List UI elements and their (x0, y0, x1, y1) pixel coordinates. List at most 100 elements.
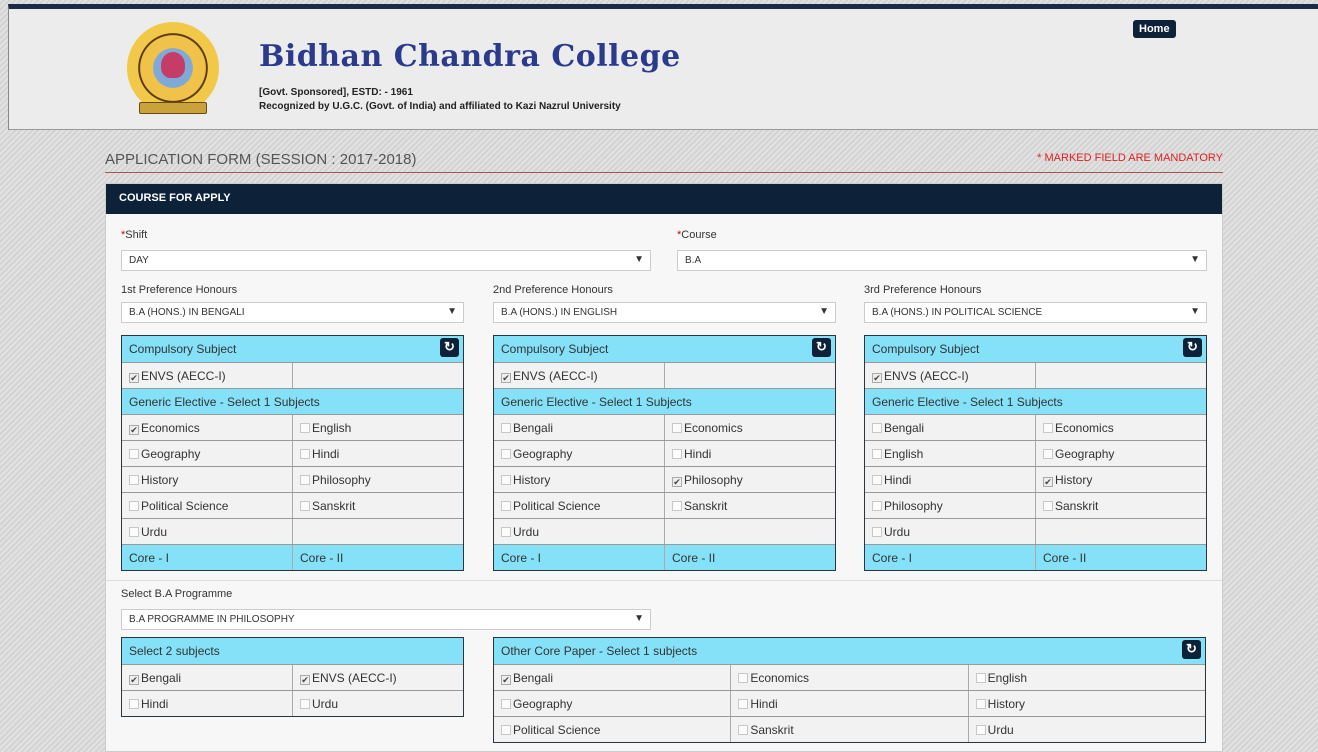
subject-cell-urdu[interactable]: Urdu (122, 519, 292, 544)
history-checkbox[interactable] (501, 475, 511, 485)
history-checkbox[interactable]: ✔ (1043, 477, 1053, 487)
bengali-checkbox[interactable] (872, 423, 882, 433)
subject-cell-bengali[interactable]: ✔ Bengali (122, 665, 292, 690)
economics-checkbox[interactable]: ✔ (129, 425, 139, 435)
other-core-table: Other Core Paper - Select 1 subjects ↻ ✔ Be… (493, 637, 1206, 743)
pref3-select[interactable]: B.A (HONS.) IN POLITICAL SCIENCE ▼ (864, 302, 1207, 323)
subject-cell-history[interactable]: History (122, 467, 292, 492)
pref1-select[interactable]: B.A (HONS.) IN BENGALI ▼ (121, 302, 464, 323)
geography-checkbox[interactable] (129, 449, 139, 459)
envs-aecc-i-checkbox[interactable]: ✔ (501, 373, 511, 383)
programme-select[interactable]: B.A PROGRAMME IN PHILOSOPHY ▼ (121, 609, 651, 630)
course-select[interactable]: B.A ▼ (677, 250, 1207, 271)
subject-cell-bengali[interactable]: ✔ Bengali (494, 665, 731, 690)
subject-cell-economics[interactable]: Economics (1035, 415, 1206, 440)
honours2-subject-table: Compulsory Subject ↻ ✔ ENVS (AECC-I) Generic… (493, 335, 836, 571)
bengali-checkbox[interactable]: ✔ (129, 675, 139, 685)
urdu-checkbox[interactable] (975, 725, 986, 735)
subject-cell-hindi[interactable]: Hindi (292, 441, 463, 466)
subject-cell-economics[interactable]: Economics (730, 665, 968, 690)
sanskrit-checkbox[interactable] (300, 501, 310, 511)
subject-cell-hindi[interactable]: Hindi (865, 467, 1035, 492)
subject-cell-history[interactable]: ✔ History (1035, 467, 1206, 492)
subject-cell-urdu[interactable]: Urdu (292, 691, 463, 716)
english-checkbox[interactable] (872, 449, 882, 459)
subject-cell-bengali[interactable]: Bengali (494, 415, 664, 440)
refresh-icon[interactable]: ↻ (1182, 640, 1201, 659)
political-science-checkbox[interactable] (501, 501, 511, 511)
refresh-icon[interactable]: ↻ (812, 338, 831, 357)
geography-checkbox[interactable] (1043, 449, 1053, 459)
subject-cell-envs-aecc-i[interactable]: ✔ ENVS (AECC-I) (292, 665, 463, 690)
subject-cell-geography[interactable]: Geography (1035, 441, 1206, 466)
subject-cell-urdu[interactable]: Urdu (967, 717, 1205, 742)
sanskrit-checkbox[interactable] (738, 725, 749, 735)
subject-cell-geography[interactable]: Geography (494, 441, 664, 466)
hindi-checkbox[interactable] (129, 699, 139, 709)
subject-cell-political-science[interactable]: Political Science (122, 493, 292, 518)
economics-checkbox[interactable] (738, 673, 749, 683)
subject-cell-hindi[interactable]: Hindi (730, 691, 968, 716)
sanskrit-checkbox[interactable] (672, 501, 682, 511)
subject-cell-english[interactable]: English (967, 665, 1205, 690)
urdu-checkbox[interactable] (501, 527, 511, 537)
subject-cell-geography[interactable]: Geography (122, 441, 292, 466)
geography-checkbox[interactable] (501, 699, 511, 709)
subject-cell-hindi[interactable]: Hindi (122, 691, 292, 716)
philosophy-checkbox[interactable] (300, 475, 310, 485)
political-science-checkbox[interactable] (501, 725, 511, 735)
urdu-checkbox[interactable] (300, 699, 310, 709)
hindi-checkbox[interactable] (300, 449, 310, 459)
philosophy-checkbox[interactable]: ✔ (672, 477, 682, 487)
bengali-checkbox[interactable]: ✔ (501, 675, 511, 685)
subject-cell-sanskrit[interactable]: Sanskrit (730, 717, 968, 742)
subject-cell-urdu[interactable]: Urdu (865, 519, 1035, 544)
subject-cell-envs-aecc-i[interactable]: ✔ ENVS (AECC-I) (122, 363, 292, 388)
urdu-checkbox[interactable] (129, 527, 139, 537)
subject-cell-political-science[interactable]: Political Science (494, 493, 664, 518)
home-button[interactable]: Home (1133, 20, 1176, 38)
subject-cell-sanskrit[interactable]: Sanskrit (664, 493, 835, 518)
english-checkbox[interactable] (300, 423, 310, 433)
philosophy-checkbox[interactable] (872, 501, 882, 511)
shift-select[interactable]: DAY ▼ (121, 250, 651, 271)
subject-cell-urdu[interactable]: Urdu (494, 519, 664, 544)
subject-cell-sanskrit[interactable]: Sanskrit (292, 493, 463, 518)
refresh-icon[interactable]: ↻ (440, 338, 459, 357)
envs-aecc-i-checkbox[interactable]: ✔ (300, 675, 310, 685)
hindi-checkbox[interactable] (872, 475, 882, 485)
hindi-checkbox[interactable] (672, 449, 682, 459)
economics-checkbox[interactable] (672, 423, 682, 433)
history-checkbox[interactable] (975, 699, 986, 709)
economics-checkbox[interactable] (1043, 423, 1053, 433)
sanskrit-checkbox[interactable] (1043, 501, 1053, 511)
subject-cell-sanskrit[interactable]: Sanskrit (1035, 493, 1206, 518)
political-science-checkbox[interactable] (129, 501, 139, 511)
subject-cell-english[interactable]: English (292, 415, 463, 440)
subject-cell-english[interactable]: English (865, 441, 1035, 466)
envs-aecc-i-checkbox[interactable]: ✔ (872, 373, 882, 383)
bengali-checkbox[interactable] (501, 423, 511, 433)
subject-cell-envs-aecc-i[interactable]: ✔ ENVS (AECC-I) (494, 363, 664, 388)
geography-checkbox[interactable] (501, 449, 511, 459)
subject-cell-economics[interactable]: ✔ Economics (122, 415, 292, 440)
pref2-select[interactable]: B.A (HONS.) IN ENGLISH ▼ (493, 302, 836, 323)
subject-cell-philosophy[interactable]: Philosophy (865, 493, 1035, 518)
history-checkbox[interactable] (129, 475, 139, 485)
urdu-checkbox[interactable] (872, 527, 882, 537)
subject-cell-envs-aecc-i[interactable]: ✔ ENVS (AECC-I) (865, 363, 1035, 388)
subject-cell-philosophy[interactable]: Philosophy (292, 467, 463, 492)
subject-cell-bengali[interactable]: Bengali (865, 415, 1035, 440)
envs-aecc-i-checkbox[interactable]: ✔ (129, 373, 139, 383)
english-checkbox[interactable] (975, 673, 986, 683)
subject-cell-political-science[interactable]: Political Science (494, 717, 731, 742)
hindi-checkbox[interactable] (738, 699, 749, 709)
refresh-icon[interactable]: ↻ (1183, 338, 1202, 357)
subject-cell-geography[interactable]: Geography (494, 691, 731, 716)
subject-cell-history[interactable]: History (494, 467, 664, 492)
subject-label: Urdu (987, 723, 1014, 737)
subject-cell-philosophy[interactable]: ✔ Philosophy (664, 467, 835, 492)
subject-cell-hindi[interactable]: Hindi (664, 441, 835, 466)
subject-cell-economics[interactable]: Economics (664, 415, 835, 440)
subject-cell-history[interactable]: History (967, 691, 1205, 716)
